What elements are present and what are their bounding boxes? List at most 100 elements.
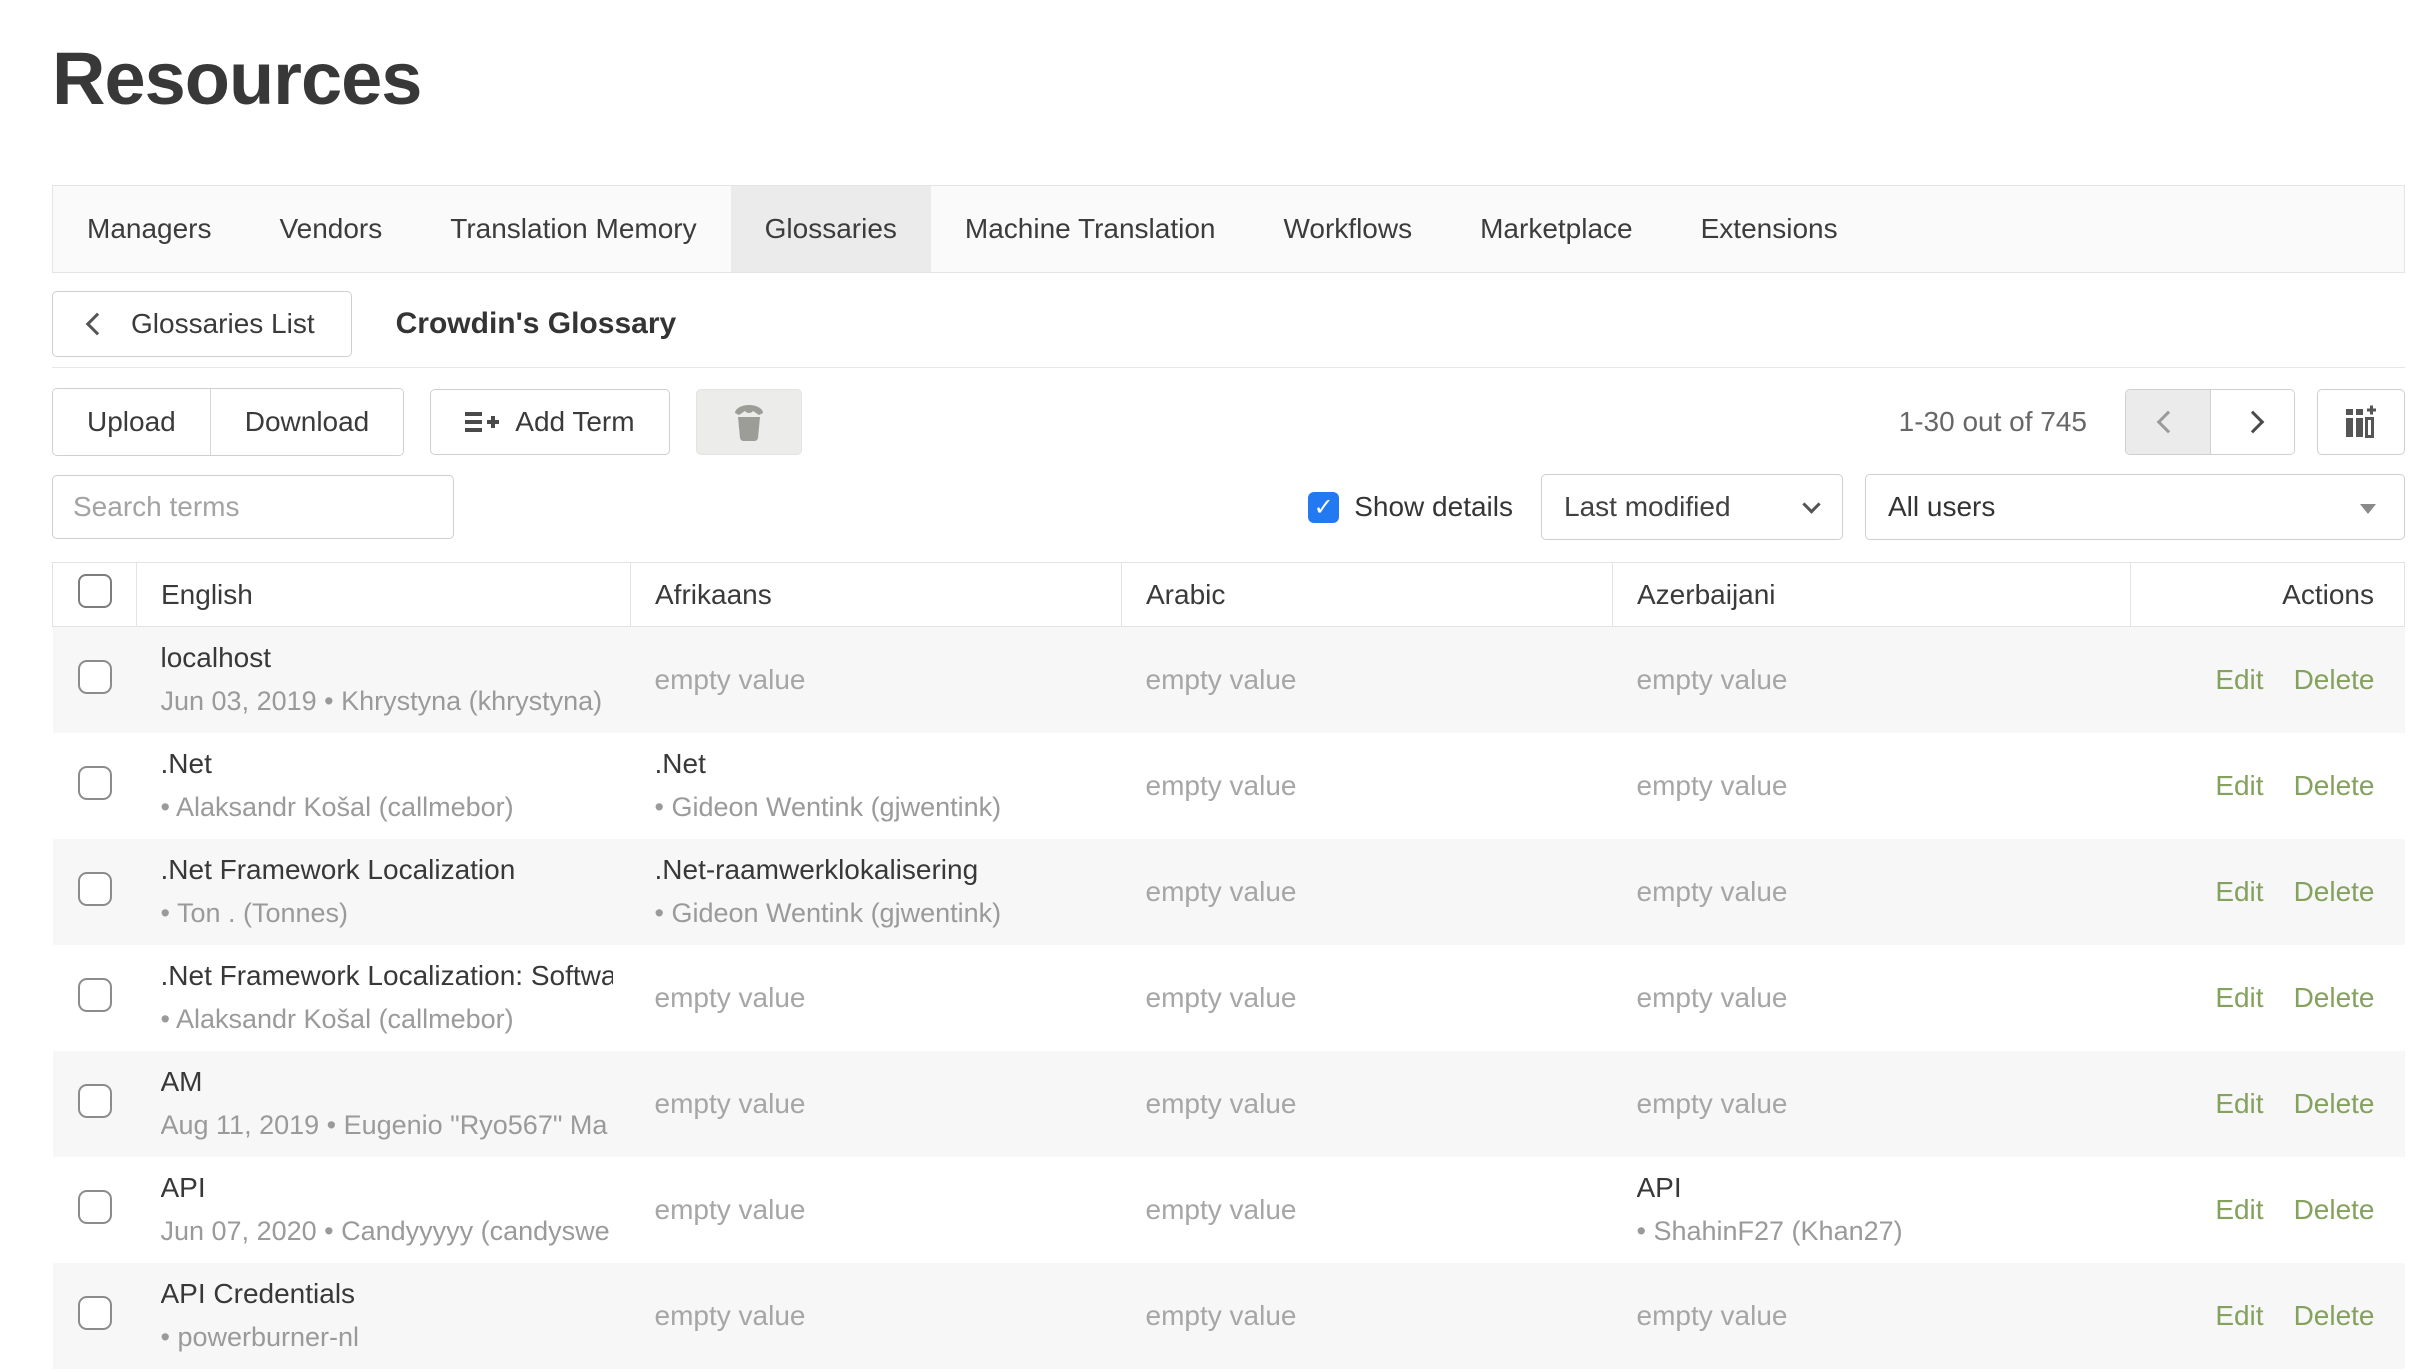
empty-value: empty value	[1637, 1088, 1788, 1119]
terms-table-head: English Afrikaans Arabic Azerbaijani Act…	[53, 563, 2405, 627]
tab-workflows[interactable]: Workflows	[1249, 186, 1446, 272]
chevron-right-icon	[2241, 411, 2264, 434]
term-detail: • Alaksandr Košal (callmebor)	[161, 792, 613, 823]
users-select[interactable]: All users	[1865, 474, 2405, 540]
sort-select[interactable]: Last modified	[1541, 474, 1843, 540]
row-checkbox[interactable]	[78, 1296, 112, 1330]
chevron-down-icon	[1802, 495, 1820, 513]
column-header-afrikaans: Afrikaans	[631, 563, 1122, 627]
empty-value: empty value	[1146, 1194, 1297, 1225]
term-text: localhost	[161, 642, 613, 674]
sort-select-value: Last modified	[1564, 491, 1731, 523]
terms-table: English Afrikaans Arabic Azerbaijani Act…	[52, 562, 2405, 1369]
configure-columns-button[interactable]	[2317, 389, 2405, 455]
prev-page-button[interactable]	[2126, 390, 2210, 454]
empty-value: empty value	[1146, 770, 1297, 801]
column-header-azerbaijani: Azerbaijani	[1613, 563, 2131, 627]
next-page-button[interactable]	[2210, 390, 2294, 454]
empty-value: empty value	[655, 982, 806, 1013]
table-row: AM Aug 11, 2019 • Eugenio "Ryo567" Ma empt…	[53, 1051, 2405, 1157]
empty-value: empty value	[655, 1088, 806, 1119]
add-term-label: Add Term	[515, 406, 634, 438]
download-button[interactable]: Download	[210, 389, 404, 455]
term-detail: • Gideon Wentink (gjwentink)	[655, 898, 1104, 929]
tab-managers[interactable]: Managers	[53, 186, 246, 272]
empty-value: empty value	[1637, 982, 1788, 1013]
empty-value: empty value	[1637, 664, 1788, 695]
term-text: API	[1637, 1172, 2113, 1204]
resources-tabbar: ManagersVendorsTranslation MemoryGlossar…	[52, 185, 2405, 273]
pagination-range: 1-30 out of 745	[1899, 406, 2087, 438]
term-detail: Jun 03, 2019 • Khrystyna (khrystyna)	[161, 686, 613, 717]
term-detail: • Ton . (Tonnes)	[161, 898, 613, 929]
row-checkbox[interactable]	[78, 660, 112, 694]
edit-link[interactable]: Edit	[2215, 1194, 2263, 1225]
edit-link[interactable]: Edit	[2215, 876, 2263, 907]
back-button-label: Glossaries List	[131, 308, 315, 340]
delete-link[interactable]: Delete	[2294, 664, 2375, 695]
delete-selected-button[interactable]	[696, 389, 802, 455]
delete-link[interactable]: Delete	[2294, 982, 2375, 1013]
trash-icon	[731, 402, 767, 442]
delete-link[interactable]: Delete	[2294, 1088, 2375, 1119]
delete-link[interactable]: Delete	[2294, 1300, 2375, 1331]
empty-value: empty value	[1146, 664, 1297, 695]
edit-link[interactable]: Edit	[2215, 982, 2263, 1013]
search-input[interactable]	[52, 475, 454, 539]
row-checkbox[interactable]	[78, 1190, 112, 1224]
tab-machine-translation[interactable]: Machine Translation	[931, 186, 1250, 272]
column-header-arabic: Arabic	[1122, 563, 1613, 627]
edit-link[interactable]: Edit	[2215, 1300, 2263, 1331]
table-row: .Net Framework Localization • Ton . (Tonn…	[53, 839, 2405, 945]
chevron-left-icon	[86, 313, 109, 336]
empty-value: empty value	[1146, 1300, 1297, 1331]
delete-link[interactable]: Delete	[2294, 1194, 2375, 1225]
table-row: API Credentials • powerburner-nl empty val…	[53, 1263, 2405, 1369]
tab-marketplace[interactable]: Marketplace	[1446, 186, 1667, 272]
term-text: API Credentials	[161, 1278, 613, 1310]
divider	[52, 367, 2405, 368]
term-detail: • powerburner-nl	[161, 1322, 613, 1353]
term-text: .Net	[161, 748, 613, 780]
tab-glossaries[interactable]: Glossaries	[731, 186, 931, 272]
edit-link[interactable]: Edit	[2215, 664, 2263, 695]
delete-link[interactable]: Delete	[2294, 770, 2375, 801]
empty-value: empty value	[1146, 876, 1297, 907]
empty-value: empty value	[1146, 982, 1297, 1013]
caret-down-icon	[2360, 504, 2376, 514]
row-checkbox[interactable]	[78, 978, 112, 1012]
upload-button[interactable]: Upload	[53, 389, 210, 455]
term-text: .Net Framework Localization	[161, 854, 613, 886]
filter-row: ✓ Show details Last modified All users	[52, 474, 2405, 540]
term-text: .Net-raamwerklokalisering	[655, 854, 1104, 886]
show-details-checkbox[interactable]: ✓ Show details	[1308, 491, 1513, 523]
add-term-button[interactable]: Add Term	[430, 389, 669, 455]
glossary-name-title: Crowdin's Glossary	[396, 307, 677, 341]
empty-value: empty value	[655, 1300, 806, 1331]
page-container: Resources ManagersVendorsTranslation Mem…	[0, 0, 2435, 1369]
edit-link[interactable]: Edit	[2215, 1088, 2263, 1119]
row-checkbox[interactable]	[78, 1084, 112, 1118]
terms-table-body: localhost Jun 03, 2019 • Khrystyna (khrys…	[53, 627, 2405, 1369]
select-all-checkbox[interactable]	[78, 574, 112, 608]
term-text: AM	[161, 1066, 613, 1098]
glossaries-list-back-button[interactable]: Glossaries List	[52, 291, 352, 357]
term-text: API	[161, 1172, 613, 1204]
delete-link[interactable]: Delete	[2294, 876, 2375, 907]
tab-vendors[interactable]: Vendors	[246, 186, 417, 272]
tab-extensions[interactable]: Extensions	[1667, 186, 1872, 272]
list-plus-icon	[465, 411, 499, 433]
row-checkbox[interactable]	[78, 766, 112, 800]
empty-value: empty value	[1146, 1088, 1297, 1119]
term-text: .Net	[655, 748, 1104, 780]
table-row: APIJun 07, 2020 • Candyyyyy (candysweemp…	[53, 1157, 2405, 1263]
upload-download-group: Upload Download	[52, 388, 404, 456]
term-detail: • ShahinF27 (Khan27)	[1637, 1216, 2113, 1247]
row-checkbox[interactable]	[78, 872, 112, 906]
tab-translation-memory[interactable]: Translation Memory	[416, 186, 730, 272]
edit-link[interactable]: Edit	[2215, 770, 2263, 801]
term-detail: Aug 11, 2019 • Eugenio "Ryo567" Ma	[161, 1110, 613, 1141]
column-header-english: English	[137, 563, 631, 627]
term-detail: • Gideon Wentink (gjwentink)	[655, 792, 1104, 823]
checkbox-checked-icon: ✓	[1308, 492, 1339, 523]
